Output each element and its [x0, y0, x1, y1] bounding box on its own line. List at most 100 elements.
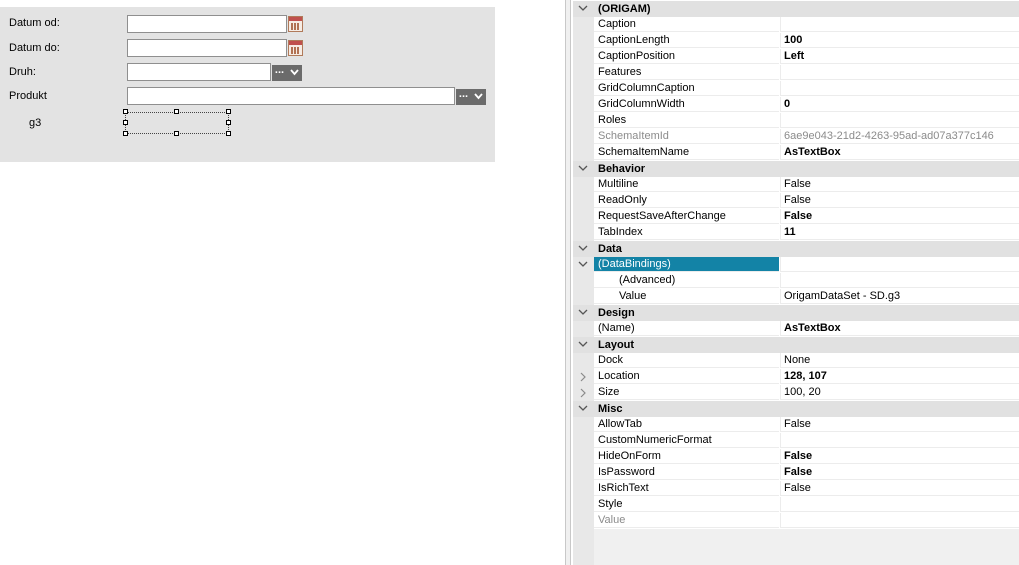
property-row-ispassword[interactable]: IsPassword False	[573, 465, 1019, 481]
property-value[interactable]	[780, 497, 1019, 512]
property-name: SchemaItemId	[594, 129, 779, 144]
property-value[interactable]: False	[780, 465, 1019, 480]
category-misc[interactable]: Misc	[573, 401, 1019, 417]
datum-od-input[interactable]	[127, 15, 287, 33]
chevron-down-icon[interactable]	[578, 164, 588, 172]
resize-handle[interactable]	[226, 131, 231, 136]
panel-splitter[interactable]	[565, 0, 571, 565]
resize-handle[interactable]	[123, 109, 128, 114]
chevron-down-icon[interactable]	[471, 89, 486, 105]
chevron-down-icon[interactable]	[578, 308, 588, 316]
property-name: ReadOnly	[594, 193, 779, 208]
property-value[interactable]: False	[780, 417, 1019, 432]
property-row-readonly[interactable]: ReadOnly False	[573, 193, 1019, 209]
property-row-caption[interactable]: Caption	[573, 17, 1019, 33]
chevron-down-icon[interactable]	[287, 65, 302, 81]
property-grid[interactable]: (ORIGAM) Caption CaptionLength 100 Captio…	[573, 1, 1019, 529]
property-row-isrichtext[interactable]: IsRichText False	[573, 481, 1019, 497]
property-value[interactable]: OrigamDataSet - SD.g3	[780, 289, 1019, 304]
datum-do-input[interactable]	[127, 39, 287, 57]
property-value[interactable]: False	[780, 177, 1019, 192]
property-value[interactable]	[780, 273, 1019, 288]
property-value[interactable]: None	[780, 353, 1019, 368]
property-row-allowtab[interactable]: AllowTab False	[573, 417, 1019, 433]
property-name: Dock	[594, 353, 779, 368]
category-origam[interactable]: (ORIGAM)	[573, 1, 1019, 17]
property-value[interactable]: 100	[780, 33, 1019, 48]
category-behavior[interactable]: Behavior	[573, 161, 1019, 177]
calendar-icon[interactable]	[288, 40, 303, 56]
property-value[interactable]: 128, 107	[780, 369, 1019, 384]
category-design[interactable]: Design	[573, 305, 1019, 321]
chevron-right-icon[interactable]	[578, 388, 588, 398]
property-row-captionposition[interactable]: CaptionPosition Left	[573, 49, 1019, 65]
property-value[interactable]	[780, 65, 1019, 80]
property-value[interactable]	[780, 81, 1019, 96]
produkt-input[interactable]	[127, 87, 455, 105]
property-value[interactable]: False	[780, 481, 1019, 496]
property-row-value[interactable]: Value OrigamDataSet - SD.g3	[573, 289, 1019, 305]
category-layout[interactable]: Layout	[573, 337, 1019, 353]
property-row-dock[interactable]: Dock None	[573, 353, 1019, 369]
property-name: Multiline	[594, 177, 779, 192]
property-row-roles[interactable]: Roles	[573, 113, 1019, 129]
produkt-lookup-button[interactable]: ...	[456, 89, 471, 105]
calendar-icon[interactable]	[288, 16, 303, 32]
property-row-gridcolumncaption[interactable]: GridColumnCaption	[573, 81, 1019, 97]
property-row-size[interactable]: Size 100, 20	[573, 385, 1019, 401]
property-row-advanced[interactable]: (Advanced)	[573, 273, 1019, 289]
property-value[interactable]: 0	[780, 97, 1019, 112]
property-row-schemaitemname[interactable]: SchemaItemName AsTextBox	[573, 145, 1019, 161]
property-row-customnumericformat[interactable]: CustomNumericFormat	[573, 433, 1019, 449]
property-value[interactable]	[780, 257, 1019, 272]
chevron-down-icon[interactable]	[578, 340, 588, 348]
resize-handle[interactable]	[123, 131, 128, 136]
property-row-misc-value[interactable]: Value	[573, 513, 1019, 529]
property-row-tabindex[interactable]: TabIndex 11	[573, 225, 1019, 241]
druh-lookup-button[interactable]: ...	[272, 65, 287, 81]
property-row-captionlength[interactable]: CaptionLength 100	[573, 33, 1019, 49]
chevron-down-icon[interactable]	[578, 4, 588, 12]
resize-handle[interactable]	[123, 120, 128, 125]
property-name: Size	[594, 385, 779, 400]
property-row-hideonform[interactable]: HideOnForm False	[573, 449, 1019, 465]
property-row-gridcolumnwidth[interactable]: GridColumnWidth 0	[573, 97, 1019, 113]
property-name: (Advanced)	[594, 273, 779, 288]
resize-handle[interactable]	[226, 109, 231, 114]
chevron-down-icon[interactable]	[578, 260, 588, 268]
property-row-name[interactable]: (Name) AsTextBox	[573, 321, 1019, 337]
property-row-databindings[interactable]: (DataBindings)	[573, 257, 1019, 273]
resize-handle[interactable]	[174, 109, 179, 114]
resize-handle[interactable]	[174, 131, 179, 136]
property-row-requestsaveafterchange[interactable]: RequestSaveAfterChange False	[573, 209, 1019, 225]
property-row-style[interactable]: Style	[573, 497, 1019, 513]
category-label: Design	[598, 307, 635, 319]
property-value[interactable]: 11	[780, 225, 1019, 240]
property-row-location[interactable]: Location 128, 107	[573, 369, 1019, 385]
property-row-schemaitemid[interactable]: SchemaItemId 6ae9e043-21d2-4263-95ad-ad07…	[573, 129, 1019, 145]
druh-input[interactable]	[127, 63, 271, 81]
form-design-surface[interactable]: Datum od: Datum do: Druh: ... Produkt ..…	[0, 7, 495, 162]
property-value[interactable]: False	[780, 209, 1019, 224]
property-name: TabIndex	[594, 225, 779, 240]
chevron-down-icon[interactable]	[578, 404, 588, 412]
chevron-down-icon[interactable]	[578, 244, 588, 252]
chevron-right-icon[interactable]	[578, 372, 588, 382]
property-value[interactable]	[780, 17, 1019, 32]
property-value[interactable]: False	[780, 449, 1019, 464]
property-value[interactable]: AsTextBox	[780, 321, 1019, 336]
property-value[interactable]: AsTextBox	[780, 145, 1019, 160]
property-value[interactable]	[780, 113, 1019, 128]
property-row-features[interactable]: Features	[573, 65, 1019, 81]
property-value[interactable]: 100, 20	[780, 385, 1019, 400]
property-name: CaptionLength	[594, 33, 779, 48]
property-value[interactable]: False	[780, 193, 1019, 208]
property-name: CaptionPosition	[594, 49, 779, 64]
property-name: CustomNumericFormat	[594, 433, 779, 448]
property-value[interactable]	[780, 433, 1019, 448]
property-value: 6ae9e043-21d2-4263-95ad-ad07a377c146	[780, 129, 1019, 144]
category-data[interactable]: Data	[573, 241, 1019, 257]
resize-handle[interactable]	[226, 120, 231, 125]
property-row-multiline[interactable]: Multiline False	[573, 177, 1019, 193]
property-value[interactable]: Left	[780, 49, 1019, 64]
